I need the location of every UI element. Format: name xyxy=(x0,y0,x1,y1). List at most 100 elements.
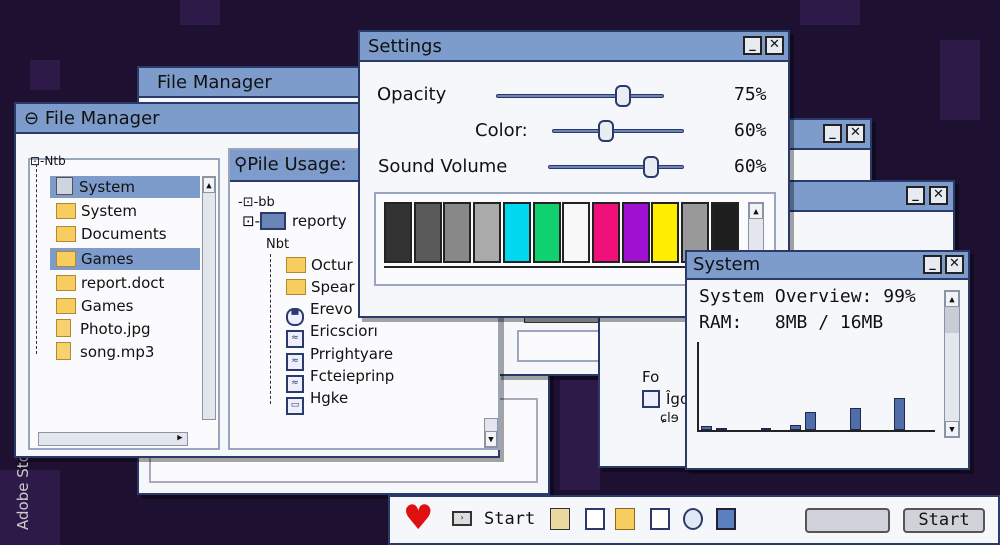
color-swatch[interactable] xyxy=(562,202,591,263)
usage-item[interactable]: ≈ Fcteieprinp xyxy=(286,365,394,393)
notepad-icon[interactable] xyxy=(650,508,670,530)
bg-pixel xyxy=(560,380,600,490)
tree-item[interactable]: ɕlɘ xyxy=(660,408,679,430)
sound-volume-label: Sound Volume xyxy=(378,156,508,177)
gray-document-icon xyxy=(56,177,73,195)
scroll-up-arrow[interactable]: ▲ xyxy=(945,291,959,307)
opacity-slider[interactable] xyxy=(496,85,664,107)
close-button[interactable]: ✕ xyxy=(945,255,964,274)
usage-item[interactable]: ≈ Ericsciorı xyxy=(286,320,378,348)
clock-icon[interactable] xyxy=(683,508,703,530)
tree-item[interactable]: Fo xyxy=(642,366,659,388)
usage-bar xyxy=(849,408,861,430)
usage-item[interactable]: ≈ Prrightyare xyxy=(286,343,393,371)
game-icon[interactable] xyxy=(716,508,736,530)
disk-icon xyxy=(259,212,286,230)
tree-item-report[interactable]: report.doct xyxy=(56,272,164,294)
usage-bar xyxy=(701,426,712,430)
window-menu-icon[interactable]: ⊖ xyxy=(24,108,45,129)
title-bar[interactable]: Settings _ ✕ xyxy=(360,32,788,62)
vertical-scrollbar[interactable]: ▲ xyxy=(202,176,216,420)
pin-icon: ⚲ xyxy=(234,154,248,175)
scroll-thumb[interactable] xyxy=(945,307,959,333)
close-button[interactable]: ✕ xyxy=(846,124,865,143)
color-value: 60% xyxy=(734,120,767,141)
sound-volume-slider[interactable] xyxy=(548,156,684,178)
scroll-up-arrow[interactable]: ▲ xyxy=(203,177,215,193)
folder-icon xyxy=(56,251,76,267)
document-icon[interactable] xyxy=(585,508,605,530)
slider-knob[interactable] xyxy=(615,85,631,107)
tree-item-system-folder[interactable]: System xyxy=(56,200,137,222)
ram-usage: RAM: 8MB / 16MB xyxy=(699,312,884,333)
color-swatch[interactable] xyxy=(473,202,502,263)
usage-bar xyxy=(805,412,816,430)
minimize-button[interactable]: _ xyxy=(823,124,842,143)
color-swatch[interactable] xyxy=(651,202,680,263)
minimize-button[interactable]: _ xyxy=(743,36,762,55)
color-swatch[interactable] xyxy=(532,202,561,263)
folder-icon xyxy=(286,279,306,295)
monitor-icon[interactable]: › xyxy=(452,511,472,526)
usage-bar xyxy=(894,397,906,430)
window-title: Settings xyxy=(368,36,442,57)
tree-item-song[interactable]: song.mp3 xyxy=(56,341,154,363)
usage-bar xyxy=(760,428,772,430)
color-label: Color: xyxy=(475,120,528,141)
heart-icon[interactable]: ♥ xyxy=(403,498,433,538)
usage-item[interactable]: Spear xyxy=(286,276,355,298)
color-swatch[interactable] xyxy=(591,202,620,263)
bg-pixel xyxy=(800,0,860,25)
scroll-down-arrow[interactable]: ▼ xyxy=(945,421,959,437)
color-swatch[interactable] xyxy=(443,202,472,263)
start-button[interactable]: Start xyxy=(903,508,985,533)
bg-pixel xyxy=(180,0,220,25)
tree-item-report[interactable]: ⊡- reporty xyxy=(242,210,347,232)
image-icon: ▭ xyxy=(286,397,304,415)
horizontal-scrollbar[interactable]: ▶ xyxy=(38,432,188,446)
tree-node[interactable]: Nbt xyxy=(266,234,289,256)
color-swatch[interactable] xyxy=(413,202,442,263)
vertical-scrollbar[interactable]: ▲ ▼ xyxy=(944,290,960,438)
usage-bar xyxy=(790,424,802,430)
start-label[interactable]: Start xyxy=(484,509,535,529)
minimize-button[interactable]: _ xyxy=(906,186,925,205)
tree-item-photo[interactable]: Photo.jpg xyxy=(56,318,151,340)
bg-pixel xyxy=(940,40,980,120)
window-title: File Manager xyxy=(157,72,272,93)
scroll-up-arrow[interactable]: ▲ xyxy=(749,203,763,219)
color-swatch[interactable] xyxy=(384,202,412,263)
system-window[interactable]: System _ ✕ System Overview: 99% RAM: 8MB… xyxy=(685,250,970,470)
scroll-right-arrow[interactable]: ▶ xyxy=(173,433,187,445)
network-icon[interactable] xyxy=(550,508,570,530)
color-swatch[interactable] xyxy=(621,202,650,263)
minimize-button[interactable]: _ xyxy=(923,255,942,274)
tree-item-games-2[interactable]: Games xyxy=(56,295,133,317)
window-title: System xyxy=(693,254,761,275)
usage-bar xyxy=(715,428,727,430)
tree-item-system[interactable]: System xyxy=(50,176,200,198)
vertical-scrollbar[interactable]: ▼ xyxy=(484,418,498,448)
title-bar[interactable]: System _ ✕ xyxy=(687,252,968,280)
close-button[interactable]: ✕ xyxy=(929,186,948,205)
tree-item[interactable]: Îgo xyxy=(642,388,689,410)
opacity-value: 75% xyxy=(734,84,767,105)
slider-knob[interactable] xyxy=(643,156,659,178)
windows-icon[interactable] xyxy=(615,508,635,530)
taskbar-empty-button[interactable] xyxy=(805,508,890,533)
color-slider[interactable] xyxy=(552,120,684,142)
folder-icon xyxy=(56,298,76,314)
scroll-down-arrow[interactable]: ▼ xyxy=(485,431,497,447)
slider-knob[interactable] xyxy=(597,120,614,142)
folder-icon xyxy=(286,257,306,273)
usage-item[interactable]: ▀ Erevo xyxy=(286,298,353,326)
close-button[interactable]: ✕ xyxy=(765,36,784,55)
usage-item[interactable]: Octur xyxy=(286,254,353,276)
usage-item[interactable]: ▭ Hgke xyxy=(286,387,348,415)
folder-tree-panel: ⊡-Ntb System System Documents Games repo… xyxy=(28,154,220,450)
folder-icon xyxy=(56,275,76,291)
tree-item-games[interactable]: Games xyxy=(50,248,200,270)
bg-pixel xyxy=(30,60,60,90)
color-swatch[interactable] xyxy=(502,202,531,263)
tree-item-documents[interactable]: Documents xyxy=(56,223,167,245)
